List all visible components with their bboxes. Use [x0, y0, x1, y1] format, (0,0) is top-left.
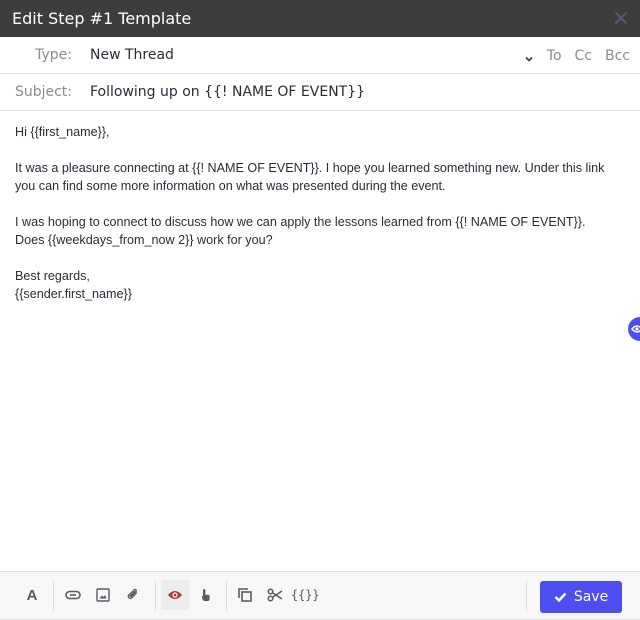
cc-button[interactable]: Cc [575, 48, 592, 64]
toolbar-divider [155, 581, 156, 611]
toolbar-divider [226, 581, 227, 611]
email-body-editor[interactable]: Hi {{first_name}}, It was a pleasure con… [15, 123, 630, 303]
image-icon [96, 588, 110, 602]
type-row: Type: New Thread To Cc Bcc [0, 37, 640, 74]
chevron-down-icon[interactable] [524, 51, 534, 62]
save-button[interactable]: Save [540, 581, 622, 613]
copy-icon [238, 588, 252, 602]
save-label: Save [573, 589, 609, 605]
attach-file-button[interactable] [119, 580, 147, 610]
touch-button[interactable] [191, 580, 219, 610]
snippet-button[interactable] [261, 580, 289, 610]
paperclip-icon [127, 588, 138, 600]
font-icon: A [26, 586, 38, 604]
dialog-title: Edit Step #1 Template [12, 9, 192, 28]
eye-icon [168, 591, 182, 599]
body-line: Best regards, [15, 269, 90, 283]
eye-icon [631, 325, 640, 333]
body-line: you can find some more information on wh… [15, 179, 446, 193]
body-line: Hi {{first_name}}, [15, 125, 110, 139]
subject-input[interactable]: Following up on {{! NAME OF EVENT}} [90, 84, 365, 100]
bcc-button[interactable]: Bcc [605, 48, 630, 64]
check-icon [554, 592, 567, 602]
body-line: Does {{weekdays_from_now 2}} work for yo… [15, 233, 273, 247]
subject-row: Subject: Following up on {{! NAME OF EVE… [0, 74, 640, 111]
text-format-button[interactable]: A [18, 580, 46, 610]
type-label: Type: [35, 47, 72, 63]
insert-image-button[interactable] [89, 580, 117, 610]
toolbar-divider [526, 581, 527, 611]
toolbar-divider [53, 581, 54, 611]
close-icon[interactable] [614, 11, 628, 25]
preview-toggle-button[interactable] [161, 580, 189, 610]
floating-preview-button[interactable] [628, 317, 640, 341]
to-button[interactable]: To [547, 48, 562, 64]
dialog-titlebar: Edit Step #1 Template [0, 0, 640, 37]
insert-variable-button[interactable]: {{}} [290, 580, 320, 610]
link-icon [65, 590, 81, 600]
copy-button[interactable] [231, 580, 259, 610]
braces-icon: {{}} [290, 588, 320, 602]
body-line: {{sender.first_name}} [15, 287, 132, 301]
body-line: It was a pleasure connecting at {{! NAME… [15, 161, 605, 175]
insert-link-button[interactable] [59, 580, 87, 610]
scissors-icon [267, 588, 283, 602]
type-select[interactable]: New Thread [90, 47, 174, 63]
body-line: I was hoping to connect to discuss how w… [15, 215, 586, 229]
subject-label: Subject: [14, 84, 72, 100]
pointer-hand-icon [202, 589, 210, 601]
editor-toolbar: A {{}} Save [0, 571, 640, 620]
